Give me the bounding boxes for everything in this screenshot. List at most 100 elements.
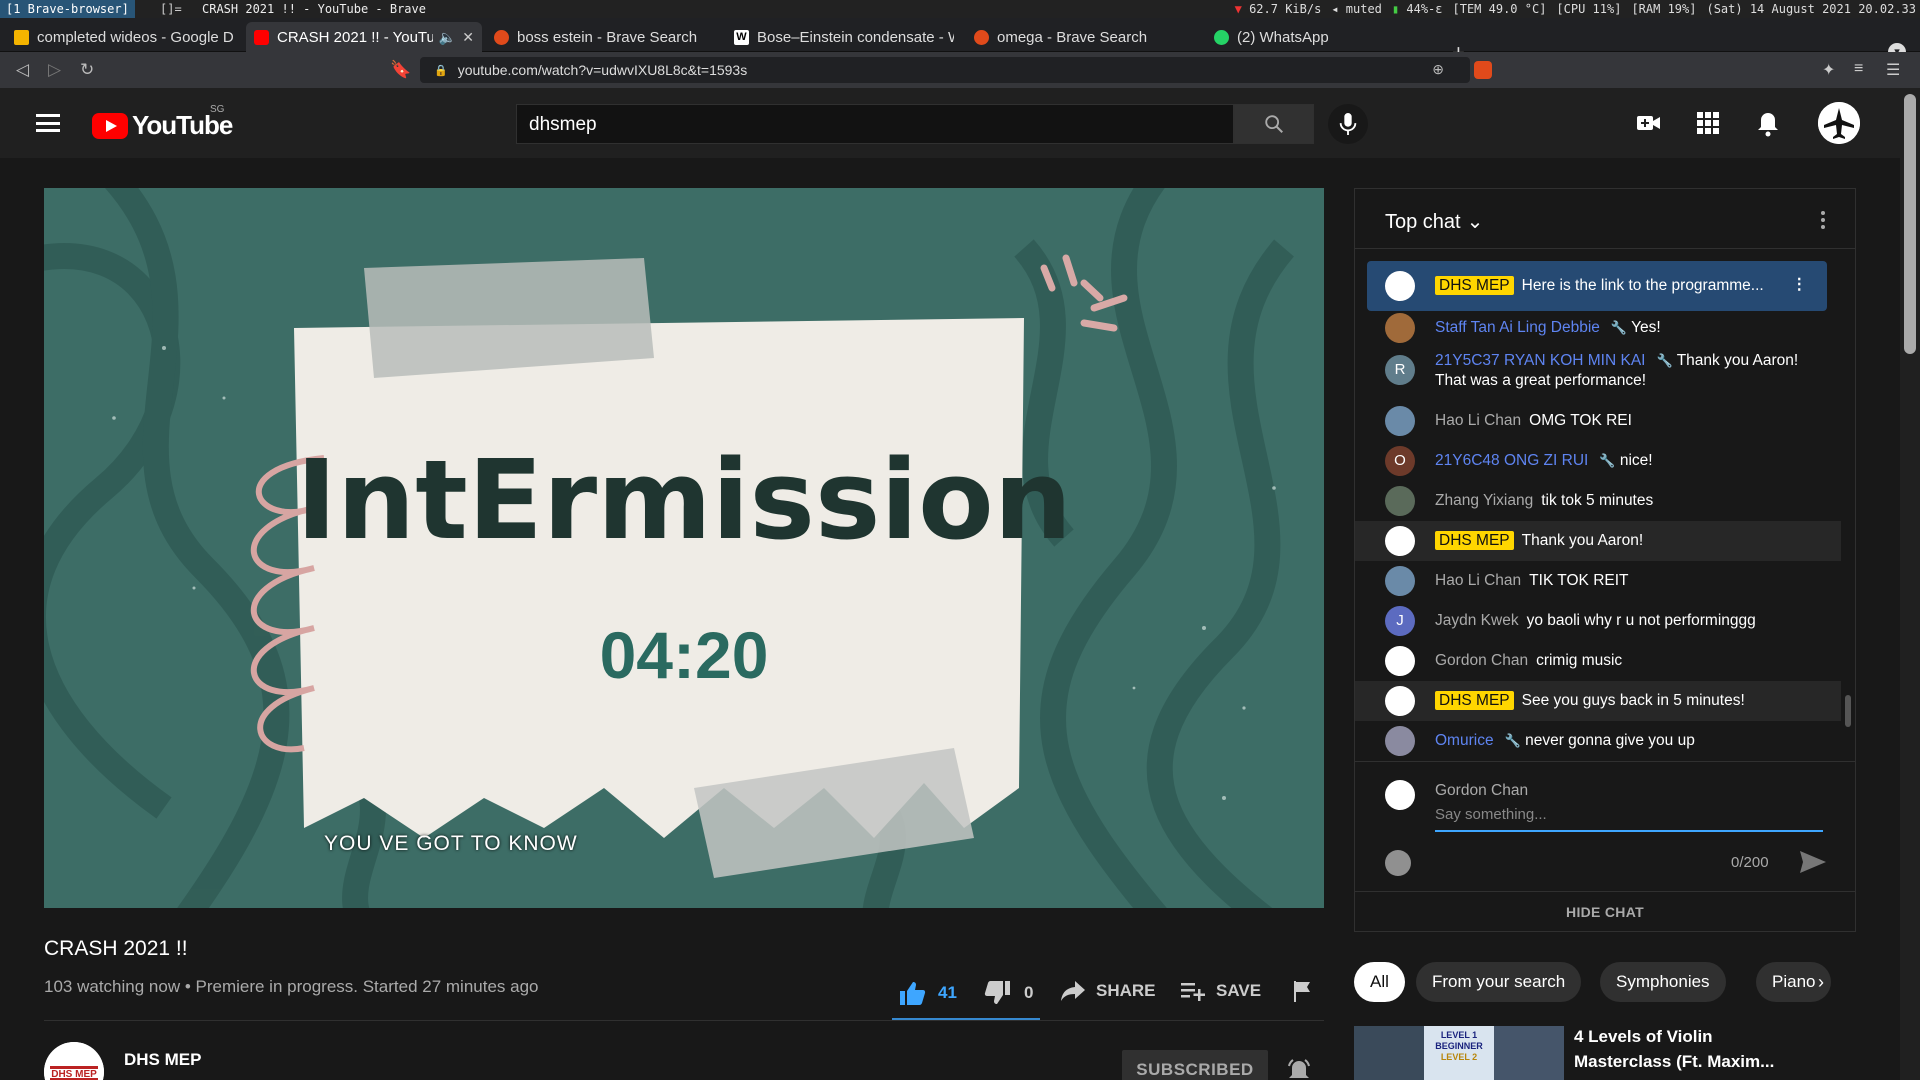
- channel-notification-bell-icon[interactable]: [1286, 1058, 1312, 1080]
- zoom-icon[interactable]: ⊕: [1432, 61, 1444, 78]
- emoji-icon[interactable]: [1385, 850, 1411, 876]
- datetime: (Sat) 14 August 2021 20.02.33: [1706, 2, 1916, 16]
- workspace-indicator[interactable]: [1 Brave-browser]: [0, 0, 135, 18]
- bookmark-icon[interactable]: 🔖: [390, 60, 411, 80]
- chat-messages: DHS MEP Here is the link to the programme…: [1355, 251, 1841, 761]
- temperature-status: [TEM 49.0 °C]: [1452, 2, 1547, 16]
- video-player[interactable]: IntErmission 04:20 YOU VE GOT TO KNOW: [44, 188, 1324, 908]
- screen: [1 Brave-browser] []= CRASH 2021 !! - Yo…: [0, 0, 1920, 1080]
- tab-label: CRASH 2021 !! - YouTube: [277, 28, 433, 46]
- wikipedia-icon: W: [734, 29, 749, 45]
- network-speed: ▼ 62.7 KiB/s: [1234, 2, 1322, 16]
- chat-message[interactable]: Hao Li Chan TIK TOK REIT: [1355, 561, 1841, 601]
- video-caption: YOU VE GOT TO KNOW: [324, 832, 578, 855]
- chat-mode-dropdown[interactable]: Top chat ⌄: [1385, 211, 1483, 233]
- chip-from-your-search[interactable]: From your search: [1416, 962, 1582, 1002]
- media-queue-icon[interactable]: ≡: [1854, 60, 1863, 78]
- extensions-icon[interactable]: ✦: [1822, 60, 1835, 80]
- speaker-icon[interactable]: 🔈: [439, 29, 456, 46]
- moderator-wrench-icon: 🔧: [1599, 453, 1616, 468]
- user-avatar: R: [1385, 355, 1415, 385]
- chat-message[interactable]: O 21Y6C48 ONG ZI RUI 🔧 nice!: [1355, 441, 1841, 481]
- youtube-logo[interactable]: YouTube SG: [92, 104, 233, 141]
- dislike-button[interactable]: 0: [984, 980, 1033, 1006]
- chat-input-area: Gordon Chan Say something... 0/200: [1355, 761, 1855, 891]
- chat-more-icon[interactable]: [1821, 211, 1825, 229]
- tab-whatsapp[interactable]: (2) WhatsApp: [1206, 22, 1442, 52]
- status-widgets: ▼ 62.7 KiB/s ◂ muted ▮ 44%-ε [TEM 49.0 °…: [1235, 0, 1916, 18]
- window-title: CRASH 2021 !! - YouTube - Brave: [202, 2, 426, 16]
- chat-message[interactable]: Zhang Yixiang tik tok 5 minutes: [1355, 481, 1841, 521]
- recommended-video-title[interactable]: 4 Levels of Violin Masterclass (Ft. Maxi…: [1574, 1024, 1814, 1074]
- chat-message[interactable]: J Jaydn Kwek yo baoli why r u not perform…: [1355, 601, 1841, 641]
- chat-message[interactable]: Gordon Chan crimig music: [1355, 641, 1841, 681]
- ram-status: [RAM 19%]: [1631, 2, 1697, 16]
- tab-google-drive[interactable]: completed wideos - Google Drive: [6, 22, 242, 52]
- forward-icon[interactable]: ▷: [48, 60, 61, 80]
- save-button[interactable]: SAVE: [1180, 980, 1261, 1002]
- subscribed-button[interactable]: SUBSCRIBED: [1122, 1050, 1268, 1080]
- chat-message[interactable]: Omurice 🔧 never gonna give you up: [1355, 721, 1841, 761]
- browser-menu-icon[interactable]: ☰: [1886, 60, 1900, 80]
- chat-message-input[interactable]: Say something...: [1435, 806, 1823, 832]
- chat-message[interactable]: Staff Tan Ai Ling Debbie 🔧 Yes!: [1355, 311, 1841, 345]
- like-button[interactable]: 41: [898, 980, 957, 1006]
- user-avatar: [1385, 313, 1415, 343]
- page-scrollbar[interactable]: [1900, 88, 1920, 1080]
- tab-label: Bose–Einstein condensate - Wikipedia: [757, 28, 954, 46]
- reload-icon[interactable]: ↻: [80, 60, 94, 80]
- back-icon[interactable]: ◁: [16, 60, 29, 80]
- chevron-right-icon[interactable]: ›: [1818, 972, 1824, 993]
- filter-chips: All From your search Symphonies Piano: [1354, 962, 1874, 1002]
- brave-search-icon: [494, 29, 509, 45]
- chat-message[interactable]: R 21Y5C37 RYAN KOH MIN KAI 🔧 Thank you Aa…: [1355, 345, 1841, 395]
- chat-scrollbar[interactable]: [1843, 251, 1853, 761]
- report-flag-button[interactable]: [1292, 980, 1312, 1002]
- chip-symphonies[interactable]: Symphonies: [1600, 962, 1726, 1002]
- apps-grid-icon[interactable]: [1696, 111, 1720, 135]
- send-icon[interactable]: [1799, 850, 1827, 874]
- notifications-bell-icon[interactable]: [1756, 111, 1780, 137]
- voice-search-button[interactable]: [1328, 104, 1368, 144]
- chip-all[interactable]: All: [1354, 962, 1405, 1002]
- tab-label: (2) WhatsApp: [1237, 28, 1329, 46]
- tab-brave-search-boss[interactable]: boss estein - Brave Search: [486, 22, 722, 52]
- current-user-avatar: [1385, 780, 1415, 810]
- pinned-chat-message[interactable]: DHS MEP Here is the link to the programme…: [1367, 261, 1827, 311]
- close-tab-icon[interactable]: ✕: [462, 29, 474, 46]
- layout-indicator[interactable]: []=: [154, 0, 188, 18]
- video-title: CRASH 2021 !!: [44, 937, 188, 960]
- tab-youtube[interactable]: CRASH 2021 !! - YouTube 🔈 ✕: [246, 22, 482, 52]
- countdown-timer: 04:20: [600, 618, 769, 692]
- search-button[interactable]: [1234, 104, 1314, 144]
- tab-brave-search-omega[interactable]: omega - Brave Search: [966, 22, 1202, 52]
- volume-status: ◂ muted: [1331, 2, 1382, 16]
- search-icon: [1265, 115, 1283, 133]
- hide-chat-button[interactable]: HIDE CHAT: [1355, 891, 1855, 931]
- url-text[interactable]: youtube.com/watch?v=udwvIXU8L8c&t=1593s: [458, 62, 748, 78]
- microphone-icon: [1339, 113, 1357, 135]
- chat-message[interactable]: DHS MEP See you guys back in 5 minutes!: [1355, 681, 1841, 721]
- share-button[interactable]: SHARE: [1060, 980, 1156, 1002]
- tab-wikipedia[interactable]: W Bose–Einstein condensate - Wikipedia: [726, 22, 962, 52]
- account-avatar[interactable]: [1818, 102, 1860, 144]
- user-avatar: [1385, 566, 1415, 596]
- chat-header: Top chat ⌄: [1355, 189, 1855, 249]
- create-video-icon[interactable]: [1636, 111, 1662, 135]
- menu-icon[interactable]: [36, 114, 60, 132]
- chat-message[interactable]: Hao Li Chan OMG TOK REI: [1355, 401, 1841, 441]
- address-bar[interactable]: 🔒 youtube.com/watch?v=udwvIXU8L8c&t=1593…: [420, 57, 1470, 83]
- brave-shields-icon[interactable]: [1474, 61, 1492, 79]
- thumbs-up-icon: [900, 982, 926, 1005]
- dhs-mep-logo-icon: DHS MEP: [44, 1042, 104, 1080]
- channel-avatar[interactable]: DHS MEP: [44, 1042, 104, 1080]
- recommended-video-thumbnail[interactable]: LEVEL 1 BEGINNER LEVEL 2: [1354, 1026, 1564, 1080]
- chat-message[interactable]: DHS MEP Thank you Aaron!: [1355, 521, 1841, 561]
- user-avatar: [1385, 726, 1415, 756]
- channel-name[interactable]: DHS MEP: [124, 1050, 201, 1070]
- current-user-name: Gordon Chan: [1435, 782, 1529, 799]
- message-more-icon[interactable]: ⋮: [1792, 275, 1808, 295]
- search-input[interactable]: dhsmep: [516, 104, 1234, 144]
- cpu-status: [CPU 11%]: [1556, 2, 1622, 16]
- svg-text:DHS MEP: DHS MEP: [51, 1069, 97, 1080]
